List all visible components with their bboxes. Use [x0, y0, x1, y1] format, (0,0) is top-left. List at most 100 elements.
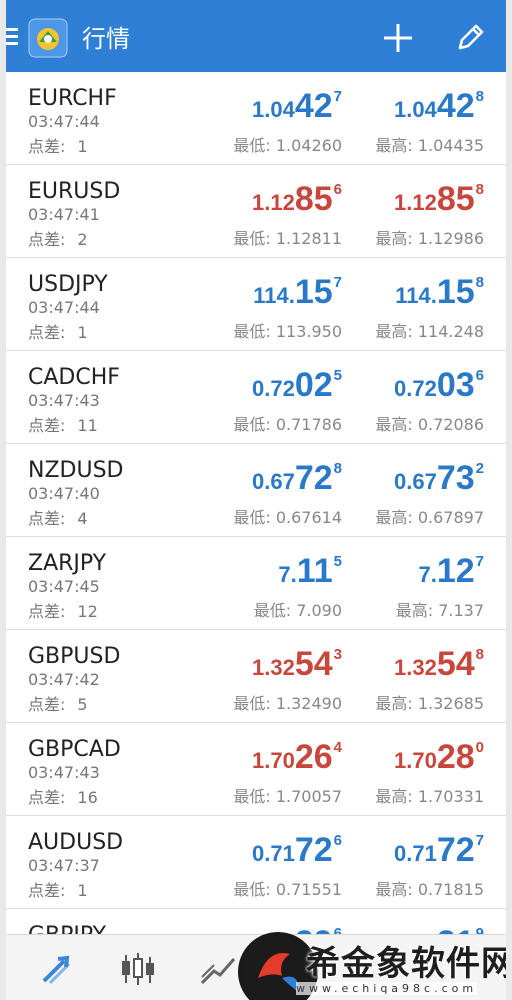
symbol-name: USDJPY [28, 272, 108, 297]
quote-time: 03:47:43 [28, 763, 100, 782]
low-value: 7.090 [296, 601, 342, 620]
ask-pips: 12 [436, 552, 475, 590]
high-value: 0.72086 [417, 415, 484, 434]
bid-prefix: 1.12 [252, 190, 295, 215]
bid-pips: 26 [294, 738, 333, 776]
quote-time: 03:47:45 [28, 577, 100, 596]
spread-value: 12 [77, 602, 98, 621]
watermark-text: 希金象软件网 [306, 944, 506, 984]
low-price: 最低: 1.12811 [233, 225, 342, 249]
low-label: 最低: [253, 601, 292, 620]
spread-value: 11 [77, 416, 98, 435]
spread-label: 点差: [28, 695, 66, 714]
low-value: 1.12811 [275, 229, 342, 248]
spread-label: 点差: [28, 416, 66, 435]
add-symbol-button[interactable] [380, 20, 416, 56]
spread-label: 点差: [28, 509, 66, 528]
quote-row[interactable]: AUDUSD 03:47:37 点差: 1 0.71726 0.71727 最低:… [6, 816, 506, 909]
high-price: 最高: 1.70331 [375, 783, 484, 807]
bid-prefix: 0.71 [252, 841, 295, 866]
bid-pips: 85 [294, 180, 333, 218]
candlestick-chart-icon[interactable] [118, 949, 158, 989]
high-value: 1.70331 [417, 787, 484, 806]
ask-prefix: 1.04 [394, 97, 437, 122]
ask-price: 0.72036 [394, 365, 484, 405]
plus-icon [384, 24, 412, 52]
ask-fraction: 8 [475, 646, 484, 663]
ask-prefix: 7. [418, 562, 437, 587]
symbol-name: NZDUSD [28, 458, 124, 483]
app-header: 行情 [6, 0, 506, 72]
spread-label: 点差: [28, 323, 66, 342]
spread-label: 点差: [28, 788, 66, 807]
low-label: 最低: [233, 415, 271, 434]
low-price: 最低: 0.67614 [233, 504, 342, 528]
quote-row[interactable]: NZDUSD 03:47:40 点差: 4 0.67728 0.67732 最低:… [6, 444, 506, 537]
ask-price: 114.158 [395, 272, 484, 312]
quote-time: 03:47:37 [28, 856, 100, 875]
quote-row[interactable]: EURUSD 03:47:41 点差: 2 1.12856 1.12858 最低:… [6, 165, 506, 258]
ask-fraction: 2 [475, 460, 484, 477]
quote-time: 03:47:42 [28, 670, 100, 689]
bid-pips: 72 [294, 831, 333, 869]
symbol-name: EURCHF [28, 86, 117, 111]
bid-pips: 54 [294, 645, 333, 683]
ask-pips: 72 [436, 831, 475, 869]
symbol-name: AUDUSD [28, 830, 124, 855]
bid-fraction: 7 [333, 88, 342, 105]
bid-prefix: 0.72 [252, 376, 295, 401]
low-price: 最低: 113.950 [233, 318, 342, 342]
low-value: 0.67614 [275, 508, 342, 527]
ask-price: 1.32548 [394, 644, 484, 684]
spread: 点差: 16 [28, 784, 98, 808]
bid-price: 114.157 [253, 272, 342, 312]
ask-prefix: 1.32 [394, 655, 437, 680]
ask-fraction: 8 [475, 181, 484, 198]
symbol-name: GBPUSD [28, 644, 121, 669]
high-label: 最高: [375, 322, 413, 341]
bid-pips: 15 [294, 273, 333, 311]
high-price: 最高: 114.248 [375, 318, 484, 342]
page-title: 行情 [82, 25, 130, 53]
ask-pips: 73 [436, 459, 475, 497]
trend-line-icon[interactable] [198, 949, 238, 989]
ask-price: 0.71727 [394, 830, 484, 870]
bid-prefix: 1.04 [252, 97, 295, 122]
low-value: 1.70057 [275, 787, 342, 806]
low-label: 最低: [233, 322, 271, 341]
bid-pips: 72 [294, 459, 333, 497]
high-price: 最高: 1.04435 [375, 132, 484, 156]
quote-row[interactable]: ZARJPY 03:47:45 点差: 12 7.115 7.127 最低: 7.… [6, 537, 506, 630]
symbol-name: CADCHF [28, 365, 120, 390]
quote-time: 03:47:41 [28, 205, 100, 224]
quote-row[interactable]: USDJPY 03:47:44 点差: 1 114.157 114.158 最低:… [6, 258, 506, 351]
quote-time: 03:47:44 [28, 298, 100, 317]
quote-row[interactable]: GBPCAD 03:47:43 点差: 16 1.70264 1.70280 最低… [6, 723, 506, 816]
bid-price: 1.70264 [252, 737, 342, 777]
low-label: 最低: [233, 787, 271, 806]
edit-button[interactable] [452, 20, 488, 56]
quote-time: 03:47:40 [28, 484, 100, 503]
low-value: 1.04260 [275, 136, 342, 155]
ask-price: 1.70280 [394, 737, 484, 777]
spread-value: 2 [77, 230, 88, 249]
high-value: 1.32685 [417, 694, 484, 713]
low-value: 0.71551 [275, 880, 342, 899]
quote-row[interactable]: GBPUSD 03:47:42 点差: 5 1.32543 1.32548 最低:… [6, 630, 506, 723]
bid-prefix: 7. [278, 562, 297, 587]
low-label: 最低: [233, 880, 271, 899]
quote-row[interactable]: EURCHF 03:47:44 点差: 1 1.04427 1.04428 最低:… [6, 72, 506, 165]
ask-pips: 54 [436, 645, 475, 683]
quote-row[interactable]: CADCHF 03:47:43 点差: 11 0.72025 0.72036 最低… [6, 351, 506, 444]
quotes-arrows-icon[interactable] [36, 949, 76, 989]
app-frame: 行情 EURCHF 03:47:44 点差: 1 1.04427 1.04428 … [6, 0, 506, 1000]
menu-icon[interactable] [6, 28, 20, 48]
bid-fraction: 3 [333, 646, 342, 663]
ask-fraction: 8 [475, 88, 484, 105]
high-label: 最高: [375, 229, 413, 248]
high-label: 最高: [375, 136, 413, 155]
high-label: 最高: [375, 694, 413, 713]
symbol-name: ZARJPY [28, 551, 107, 576]
bid-pips: 11 [296, 552, 333, 590]
bid-price: 1.04427 [252, 86, 342, 126]
